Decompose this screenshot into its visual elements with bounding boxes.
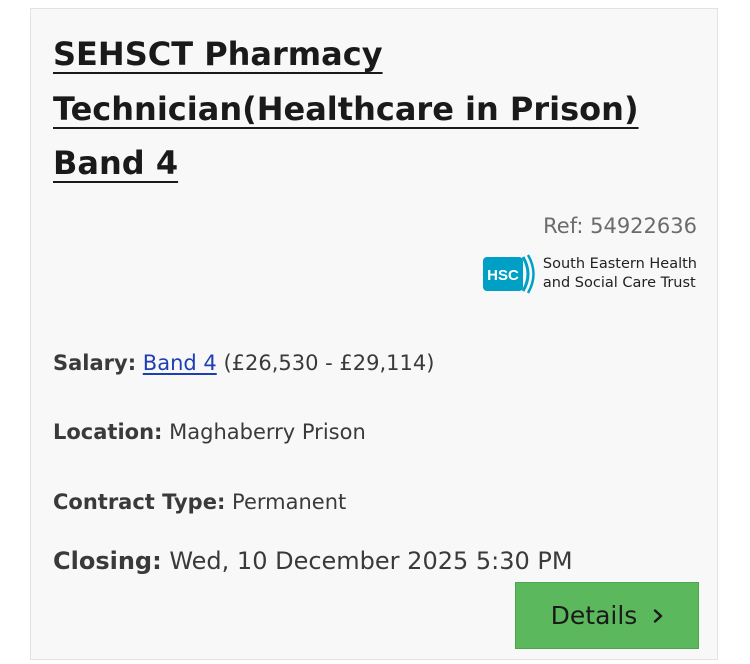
salary-range: (£26,530 - £29,114) xyxy=(223,351,435,375)
employer-logo: HSC South Eastern Health and Social Care… xyxy=(482,253,697,295)
svg-text:HSC: HSC xyxy=(487,267,519,284)
closing-label: Closing: xyxy=(53,547,162,575)
contract-type-row: Contract Type: Permanent xyxy=(53,490,346,514)
details-button[interactable]: Details xyxy=(515,582,699,649)
closing-value: Wed, 10 December 2025 5:30 PM xyxy=(169,547,573,575)
location-label: Location: xyxy=(53,420,163,444)
closing-row: Closing: Wed, 10 December 2025 5:30 PM xyxy=(53,547,573,575)
job-title-line-3[interactable]: Band 4 xyxy=(53,144,178,182)
contract-type-value: Permanent xyxy=(232,490,347,514)
details-button-label: Details xyxy=(550,601,638,630)
hsc-logo-icon: HSC xyxy=(482,254,535,294)
contract-type-label: Contract Type: xyxy=(53,490,226,514)
salary-band-link[interactable]: Band 4 xyxy=(143,351,217,375)
job-reference: Ref: 54922636 xyxy=(543,214,697,238)
chevron-right-icon xyxy=(654,608,663,623)
job-title-line-2[interactable]: Technician(Healthcare in Prison) xyxy=(53,90,639,128)
job-title-line-1[interactable]: SEHSCT Pharmacy xyxy=(53,35,383,73)
salary-label: Salary: xyxy=(53,351,137,375)
location-value: Maghaberry Prison xyxy=(169,420,366,444)
employer-name: South Eastern Health and Social Care Tru… xyxy=(543,255,697,293)
job-title-link[interactable]: SEHSCT Pharmacy Technician(Healthcare in… xyxy=(53,27,653,191)
employer-name-line-2: and Social Care Trust xyxy=(542,275,696,291)
job-card: SEHSCT Pharmacy Technician(Healthcare in… xyxy=(30,8,718,660)
employer-name-line-1: South Eastern Health xyxy=(542,256,697,272)
salary-row: Salary: Band 4 (£26,530 - £29,114) xyxy=(53,351,434,375)
location-row: Location: Maghaberry Prison xyxy=(53,420,366,444)
